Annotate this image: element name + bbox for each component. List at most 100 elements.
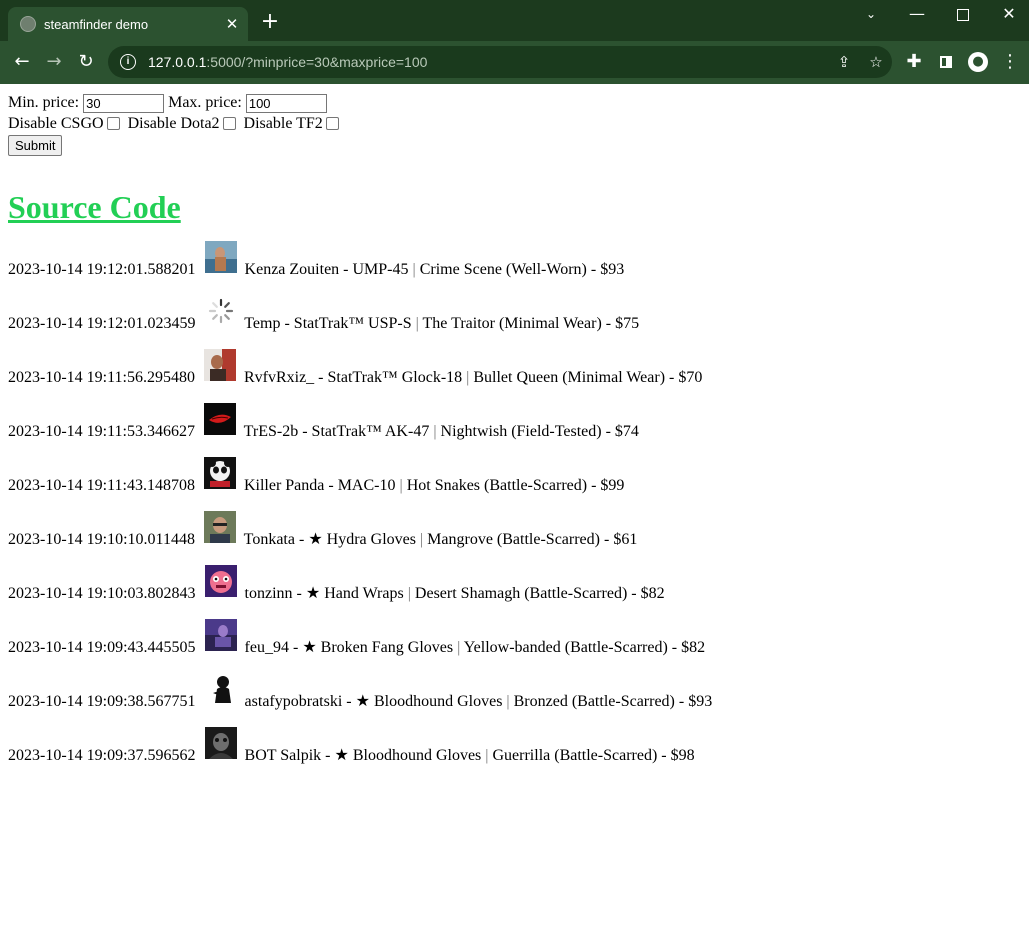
kebab-menu-icon[interactable]: ⋮ <box>996 48 1024 76</box>
list-item: 2023-10-14 19:11:43.148708 Killer Panda … <box>8 457 1021 513</box>
listing-weapon: StatTrak™ AK-47 <box>311 423 430 440</box>
seller-avatar <box>204 565 237 597</box>
page-content: Min. price: Max. price: Disable CSGO Dis… <box>8 84 1021 783</box>
browser-toolbar: ← → ↻ i 127.0.0.1:5000/?minprice=30&maxp… <box>0 41 1029 84</box>
seller-avatar <box>204 727 237 759</box>
listing-weapon: UMP-45 <box>352 261 409 278</box>
address-bar[interactable]: i 127.0.0.1:5000/?minprice=30&maxprice=1… <box>108 46 892 78</box>
listing-weapon: ★ Bloodhound Gloves <box>355 693 503 710</box>
disable-csgo-checkbox[interactable] <box>106 116 120 130</box>
listing-skin: The Traitor (Minimal Wear) <box>422 315 602 332</box>
seller-avatar <box>204 673 237 705</box>
list-item: 2023-10-14 19:09:37.596562 BOT Salpik - … <box>8 727 1021 783</box>
reload-icon[interactable]: ↻ <box>72 48 100 76</box>
listings: 2023-10-14 19:12:01.588201 Kenza Zouiten… <box>8 241 1021 783</box>
listing-seller: Tonkata <box>243 531 295 548</box>
tab-title: steamfinder demo <box>44 16 149 32</box>
listing-weapon: ★ Bloodhound Gloves <box>334 747 482 764</box>
listing-seller: Kenza Zouiten <box>244 261 340 278</box>
source-code-link[interactable]: Source Code <box>8 189 1021 226</box>
extensions-puzzle-icon[interactable]: ✚ <box>900 48 928 76</box>
new-tab-icon[interactable]: + <box>258 10 282 34</box>
maximize-icon[interactable] <box>940 0 986 28</box>
min-price-input[interactable] <box>83 93 165 113</box>
listing-seller: feu_94 <box>244 639 289 656</box>
listing-weapon: StatTrak™ Glock-18 <box>327 369 463 386</box>
listing-price: $98 <box>670 747 695 764</box>
seller-avatar <box>203 511 236 543</box>
listing-timestamp: 2023-10-14 19:11:43.148708 <box>8 477 195 494</box>
listing-weapon: MAC-10 <box>337 477 396 494</box>
listing-seller: Temp <box>244 315 281 332</box>
profile-avatar-icon[interactable]: ● <box>964 48 992 76</box>
browser-tab[interactable]: steamfinder demo ✕ <box>8 7 248 41</box>
listing-price: $93 <box>688 693 713 710</box>
seller-avatar <box>203 457 236 489</box>
window-close-icon[interactable]: ✕ <box>986 0 1029 28</box>
min-price-label: Min. price: <box>8 94 80 111</box>
listing-skin: Yellow-banded (Battle-Scarred) <box>463 639 668 656</box>
listing-price: $82 <box>681 639 706 656</box>
listing-skin: Bullet Queen (Minimal Wear) <box>473 369 666 386</box>
max-price-label: Max. price: <box>168 94 242 111</box>
list-item: 2023-10-14 19:11:53.346627 TrES-2b - Sta… <box>8 403 1021 459</box>
listing-seller: tonzinn <box>244 585 293 602</box>
site-info-icon[interactable]: i <box>120 54 136 70</box>
disable-tf2-checkbox[interactable] <box>325 116 339 130</box>
disable-dota2-checkbox[interactable] <box>222 116 236 130</box>
listing-skin: Desert Shamagh (Battle-Scarred) <box>414 585 628 602</box>
list-item: 2023-10-14 19:11:56.295480 RvfvRxiz_ - S… <box>8 349 1021 405</box>
listing-seller: TrES-2b <box>243 423 299 440</box>
listing-timestamp: 2023-10-14 19:09:43.445505 <box>8 639 196 656</box>
listing-price: $70 <box>678 369 703 386</box>
back-arrow-icon[interactable]: ← <box>8 48 36 76</box>
listing-skin: Hot Snakes (Battle-Scarred) <box>406 477 588 494</box>
listing-price: $99 <box>600 477 625 494</box>
listing-timestamp: 2023-10-14 19:12:01.588201 <box>8 261 196 278</box>
disable-csgo-label: Disable CSGO <box>8 115 104 132</box>
listing-timestamp: 2023-10-14 19:09:37.596562 <box>8 747 196 764</box>
listing-timestamp: 2023-10-14 19:11:53.346627 <box>8 423 195 440</box>
list-item: 2023-10-14 19:12:01.023459 Temp - StatTr… <box>8 295 1021 351</box>
listing-price: $74 <box>614 423 639 440</box>
listing-skin: Bronzed (Battle-Scarred) <box>513 693 675 710</box>
side-panel-icon[interactable] <box>932 48 960 76</box>
listing-seller: RvfvRxiz_ <box>243 369 315 386</box>
minimize-icon[interactable]: — <box>894 0 940 28</box>
max-price-input[interactable] <box>245 93 327 113</box>
listing-timestamp: 2023-10-14 19:12:01.023459 <box>8 315 196 332</box>
forward-arrow-icon[interactable]: → <box>40 48 68 76</box>
listing-skin: Crime Scene (Well-Worn) <box>419 261 587 278</box>
listing-seller: astafypobratski <box>244 693 343 710</box>
listing-weapon: ★ Hydra Gloves <box>308 531 416 548</box>
disable-dota2-label: Disable Dota2 <box>127 115 220 132</box>
listing-timestamp: 2023-10-14 19:10:10.011448 <box>8 531 195 548</box>
close-tab-icon[interactable]: ✕ <box>222 15 242 33</box>
seller-avatar <box>204 241 237 273</box>
listing-price: $93 <box>600 261 625 278</box>
listing-weapon: ★ Broken Fang Gloves <box>302 639 454 656</box>
listing-skin: Guerrilla (Battle-Scarred) <box>492 747 658 764</box>
list-item: 2023-10-14 19:10:03.802843 tonzinn - ★ H… <box>8 565 1021 621</box>
list-item: 2023-10-14 19:10:10.011448 Tonkata - ★ H… <box>8 511 1021 567</box>
loading-spinner-icon <box>204 295 237 327</box>
submit-button[interactable]: Submit <box>8 135 63 156</box>
listing-seller: BOT Salpik <box>244 747 322 764</box>
tab-search-chevron-icon[interactable]: ⌄ <box>848 0 894 28</box>
browser-titlebar: steamfinder demo ✕ + ⌄ — ✕ <box>0 0 1029 41</box>
listing-price: $82 <box>640 585 665 602</box>
globe-icon <box>20 16 36 32</box>
listing-timestamp: 2023-10-14 19:10:03.802843 <box>8 585 196 602</box>
share-icon[interactable]: ⇪ <box>828 53 860 71</box>
listing-price: $61 <box>613 531 638 548</box>
seller-avatar <box>204 619 237 651</box>
listing-skin: Nightwish (Field-Tested) <box>440 423 602 440</box>
listing-seller: Killer Panda <box>243 477 325 494</box>
url-text[interactable]: 127.0.0.1:5000/?minprice=30&maxprice=100 <box>148 54 828 70</box>
listing-skin: Mangrove (Battle-Scarred) <box>427 531 600 548</box>
list-item: 2023-10-14 19:09:38.567751 astafypobrats… <box>8 673 1021 729</box>
listing-timestamp: 2023-10-14 19:09:38.567751 <box>8 693 196 710</box>
bookmark-star-icon[interactable]: ☆ <box>860 53 892 71</box>
listing-weapon: StatTrak™ USP-S <box>293 315 412 332</box>
list-item: 2023-10-14 19:12:01.588201 Kenza Zouiten… <box>8 241 1021 297</box>
